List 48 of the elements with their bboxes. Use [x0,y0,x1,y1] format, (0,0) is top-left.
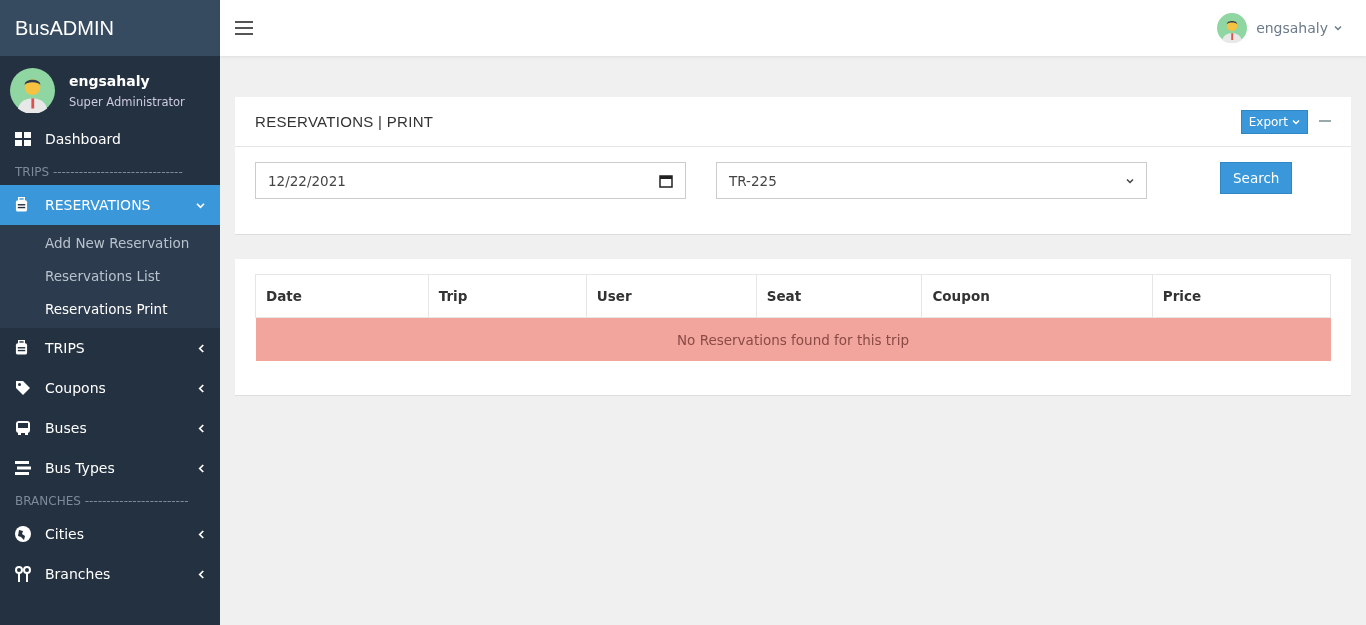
submenu-item[interactable]: Reservations List [0,260,220,293]
grid-icon [15,131,31,147]
sidebar-item[interactable]: Dashboard [0,119,220,159]
column-header: Trip [428,274,587,318]
section-header: TRIPS ------------------------------ [14,164,184,181]
tag-icon [15,380,31,396]
avatar-icon [10,68,55,113]
chevron-icon [198,383,205,393]
bus-icon [15,420,31,436]
calendar-icon [659,173,673,188]
sidebar-item[interactable]: Bus Types [0,448,220,488]
sidebar-item[interactable]: TRIPS [0,328,220,368]
caret-icon [1292,118,1300,125]
brand-title: BusADMIN [0,0,220,56]
chevron-icon [198,343,205,353]
user-role: Super Administrator [69,94,185,109]
caret-icon [1334,25,1342,31]
avatar-icon [1217,13,1248,43]
chevron-icon [198,569,205,579]
suitcase-icon [15,340,28,356]
stack-icon [15,461,31,475]
sidebar-item[interactable]: Coupons [0,368,220,408]
submenu-item[interactable]: Reservations Print [0,293,220,326]
submenu-item[interactable]: Add New Reservation [0,227,220,260]
section-header: BRANCHES ------------------------ [14,493,190,510]
sidebar-item[interactable]: Buses [0,408,220,448]
chevron-icon [198,529,205,539]
empty-message: No Reservations found for this trip [255,317,1331,361]
date-field[interactable]: 12/22/2021 [255,162,686,199]
column-header: Price [1152,274,1331,318]
suitcase-icon [15,197,28,213]
trip-select[interactable]: TR-225 [716,162,1147,199]
pin-icon [15,566,31,582]
menu-icon[interactable] [235,21,253,35]
column-header: User [586,274,757,318]
panel-title: RESERVATIONS | PRINT [255,113,435,130]
globe-icon [15,526,31,542]
sidebar-item[interactable]: Cities [0,514,220,554]
column-header: Seat [756,274,922,318]
sidebar-item[interactable]: Branches [0,554,220,594]
caret-icon [1126,177,1134,184]
user-menu[interactable]: engsahaly [1256,20,1342,36]
chevron-icon [196,201,205,209]
chevron-icon [198,463,205,473]
column-header: Date [255,274,429,318]
chevron-icon [198,423,205,433]
user-name: engsahaly [69,72,151,89]
column-header: Coupon [921,274,1153,318]
